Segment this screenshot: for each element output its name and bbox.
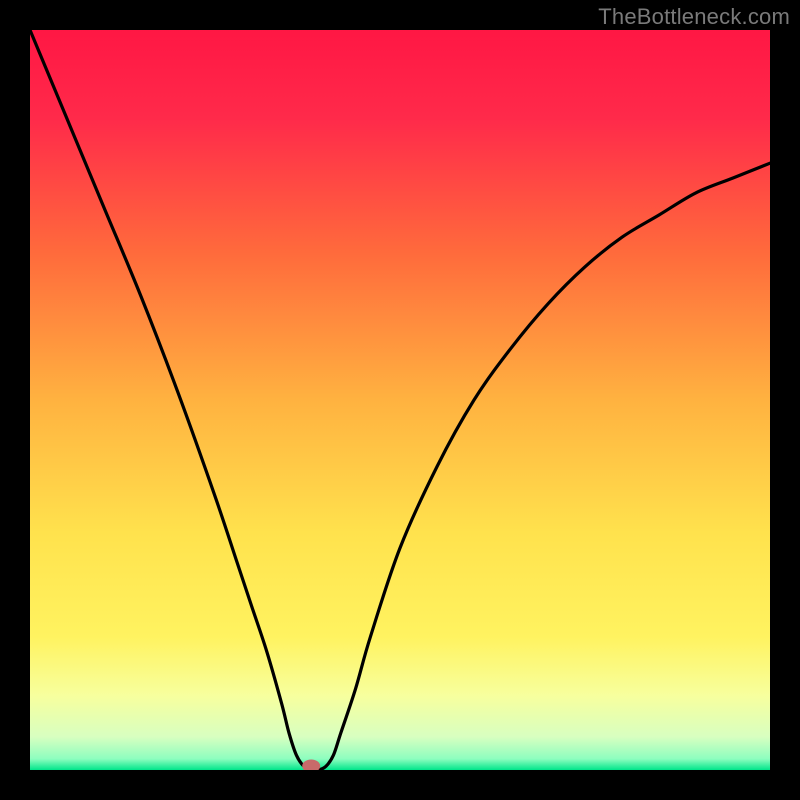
- bottleneck-chart: [30, 30, 770, 770]
- chart-frame: TheBottleneck.com: [0, 0, 800, 800]
- watermark-label: TheBottleneck.com: [598, 4, 790, 30]
- gradient-background: [30, 30, 770, 770]
